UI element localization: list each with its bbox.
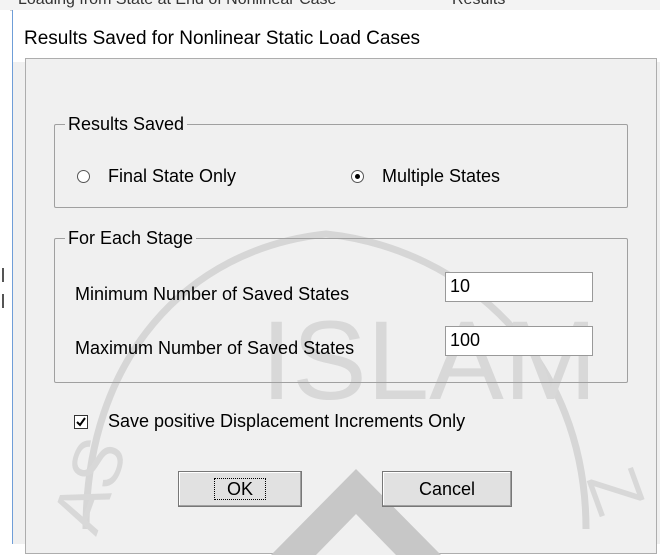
dialog-title: Results Saved for Nonlinear Static Load … — [24, 28, 421, 49]
max-saved-states-label: Maximum Number of Saved States — [75, 338, 355, 358]
ok-button-label: OK — [213, 478, 266, 500]
results-saved-group: Results Saved Final State Only Multiple … — [54, 115, 628, 208]
final-state-only-radio[interactable]: Final State Only — [77, 166, 236, 187]
dialog-body: ISLAM AS Z Results Saved Final State Onl… — [25, 58, 658, 555]
background-window-edge — [0, 10, 10, 544]
background-text-left: Loading from State at End of Nonlinear C… — [18, 0, 336, 9]
multiple-states-radio-icon[interactable] — [351, 170, 364, 183]
final-state-only-label: Final State Only — [108, 166, 237, 186]
min-saved-states-input[interactable]: 10 — [445, 272, 593, 302]
positive-increments-label: Save positive Displacement Increments On… — [108, 411, 466, 431]
min-saved-states-label: Minimum Number of Saved States — [75, 284, 350, 304]
cancel-button-label: Cancel — [418, 478, 476, 499]
ok-button[interactable]: OK — [178, 471, 302, 507]
results-saved-dialog: Results Saved for Nonlinear Static Load … — [12, 10, 660, 555]
max-saved-states-input[interactable]: 100 — [445, 326, 593, 356]
cancel-button[interactable]: Cancel — [382, 471, 512, 507]
for-each-stage-group: For Each Stage Minimum Number of Saved S… — [54, 229, 628, 383]
final-state-only-radio-icon[interactable] — [77, 170, 90, 183]
dialog-titlebar[interactable]: Results Saved for Nonlinear Static Load … — [13, 10, 660, 62]
positive-increments-checkbox[interactable]: Save positive Displacement Increments On… — [74, 411, 465, 432]
multiple-states-label: Multiple States — [382, 166, 501, 186]
multiple-states-radio[interactable]: Multiple States — [351, 166, 500, 187]
results-saved-legend: Results Saved — [68, 114, 185, 134]
checkmark-icon — [76, 416, 86, 427]
background-text-right: Results — [452, 0, 505, 9]
checkbox-icon[interactable] — [74, 414, 88, 429]
for-each-stage-legend: For Each Stage — [68, 228, 194, 248]
svg-text:Z: Z — [572, 457, 658, 524]
svg-text:AS: AS — [37, 428, 142, 542]
